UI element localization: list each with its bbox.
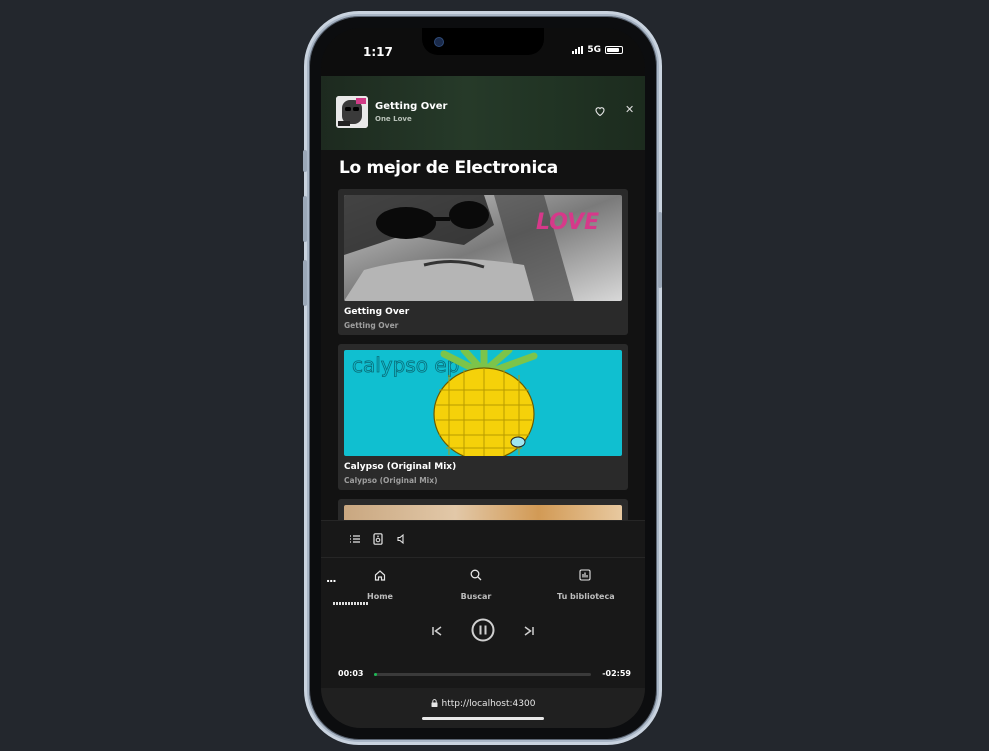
track-title: Getting Over <box>344 307 410 317</box>
silent-switch <box>303 150 307 172</box>
heart-icon[interactable] <box>594 105 606 117</box>
url-display[interactable]: http://localhost:4300 <box>321 699 645 709</box>
nav-search[interactable]: Buscar <box>459 569 493 603</box>
volume-down-button <box>303 260 307 306</box>
phone-screen: 1:17 5G Getting Over One Love ✕ Lo mejor… <box>321 28 645 728</box>
progress-fill <box>374 673 378 676</box>
track-artwork: LOVE <box>344 195 622 301</box>
nav-home[interactable]: Home <box>365 569 395 603</box>
decorative-strip <box>333 602 369 605</box>
track-subtitle: Getting Over <box>344 321 399 330</box>
more-options-button[interactable]: ... <box>326 572 337 585</box>
player-toolbar <box>321 520 645 558</box>
section-title: Lo mejor de Electronica <box>339 158 558 178</box>
nav-home-label: Home <box>367 592 393 601</box>
next-icon[interactable] <box>523 625 535 637</box>
track-card[interactable] <box>338 499 628 520</box>
track-card[interactable]: LOVE Getting Over Getting Over <box>338 189 628 335</box>
elapsed-time: 00:03 <box>338 669 364 678</box>
nav-library[interactable]: Tu biblioteca <box>557 569 615 603</box>
lock-icon <box>431 699 438 707</box>
track-artwork <box>344 505 622 520</box>
network-label: 5G <box>587 45 601 55</box>
now-playing-bar[interactable]: Getting Over One Love ✕ <box>321 76 645 150</box>
battery-icon <box>605 46 623 54</box>
status-indicators: 5G <box>572 45 623 55</box>
now-playing-title: Getting Over <box>375 101 448 112</box>
status-bar: 1:17 5G <box>321 28 645 76</box>
signal-icon <box>572 46 584 54</box>
search-icon <box>470 569 482 581</box>
main-content[interactable]: Lo mejor de Electronica LOVE Getting Ove… <box>321 150 645 520</box>
remaining-time: -02:59 <box>602 669 631 678</box>
previous-icon[interactable] <box>431 625 443 637</box>
volume-up-button <box>303 196 307 242</box>
track-subtitle: Calypso (Original Mix) <box>344 476 438 485</box>
queue-icon[interactable] <box>349 533 361 545</box>
browser-url-bar[interactable]: http://localhost:4300 <box>321 688 645 728</box>
home-icon <box>374 570 386 581</box>
library-icon <box>579 569 591 581</box>
track-card[interactable]: calypso ep Calypso (Original Mix) Calyps… <box>338 344 628 490</box>
track-artwork: calypso ep <box>344 350 622 456</box>
progress-bar[interactable] <box>374 673 591 676</box>
now-playing-artist: One Love <box>375 115 412 123</box>
status-time: 1:17 <box>363 45 393 59</box>
url-text: http://localhost:4300 <box>441 699 536 709</box>
power-button <box>658 212 662 288</box>
pause-icon[interactable] <box>471 618 495 642</box>
speaker-device-icon[interactable] <box>372 533 384 545</box>
now-playing-artwork <box>336 96 368 128</box>
front-camera <box>434 37 444 47</box>
artwork-text: LOVE <box>536 210 599 235</box>
home-indicator[interactable] <box>422 717 544 720</box>
volume-icon[interactable] <box>396 533 408 545</box>
nav-search-label: Buscar <box>460 592 492 601</box>
track-title: Calypso (Original Mix) <box>344 462 457 472</box>
nav-library-label: Tu biblioteca <box>557 592 615 601</box>
player-controls: 00:03 -02:59 <box>321 602 645 688</box>
close-icon[interactable]: ✕ <box>625 103 634 116</box>
bottom-nav: ... Home Buscar Tu biblioteca <box>321 558 645 608</box>
